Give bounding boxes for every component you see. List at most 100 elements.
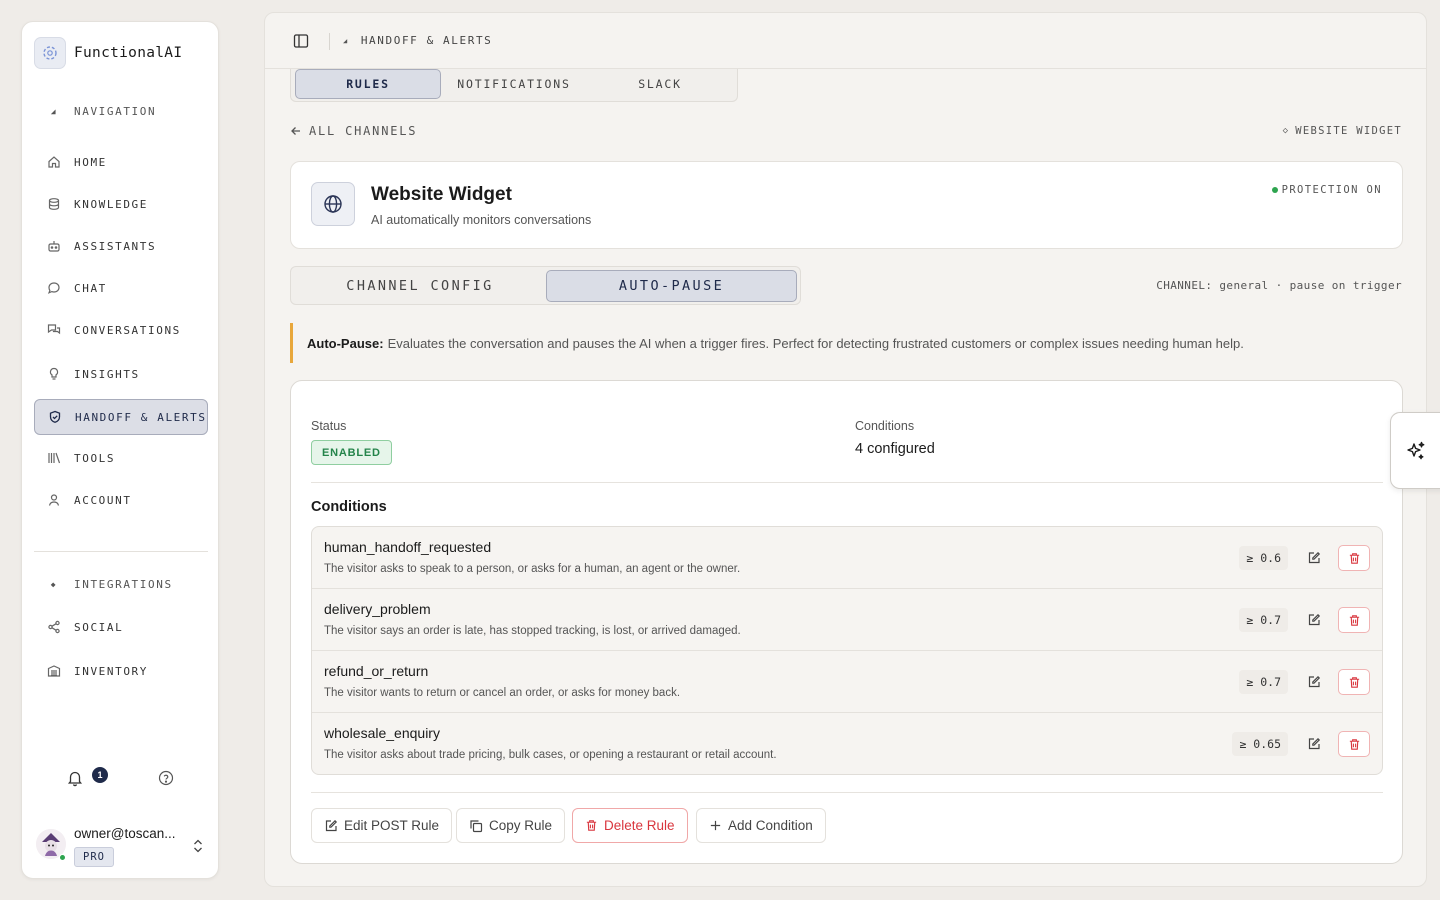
- condition-description: The visitor says an order is late, has s…: [324, 625, 741, 637]
- brand-logo-icon: [34, 37, 66, 69]
- user-menu[interactable]: owner@toscan... PRO: [34, 825, 208, 871]
- edit-icon: [1308, 551, 1321, 564]
- bell-icon: [67, 771, 83, 787]
- tools-icon: [44, 450, 64, 466]
- channel-title: Website Widget: [371, 184, 512, 205]
- channel-meta: CHANNEL: general · pause on trigger: [1156, 279, 1402, 292]
- tab-slack[interactable]: SLACK: [587, 69, 733, 99]
- threshold-badge: ≥ 0.6: [1239, 546, 1288, 570]
- condition-description: The visitor asks about trade pricing, bu…: [324, 749, 777, 761]
- delete-condition-button[interactable]: [1338, 545, 1370, 571]
- section-tabs: RULES NOTIFICATIONS SLACK: [290, 69, 738, 102]
- user-email: owner@toscan...: [74, 826, 176, 841]
- info-title: Auto-Pause:: [307, 335, 384, 351]
- edit-post-rule-button[interactable]: Edit POST Rule: [311, 808, 453, 843]
- sidebar-item-assistants[interactable]: ASSISTANTS: [34, 228, 208, 264]
- sidebar: FunctionalAI ◢ NAVIGATION HOME KNOWLEDGE…: [21, 21, 219, 879]
- notifications-button[interactable]: [66, 769, 86, 789]
- back-to-all-channels-link[interactable]: ALL CHANNELS: [290, 124, 417, 138]
- sidebar-item-label: CONVERSATIONS: [74, 323, 181, 337]
- sidebar-item-home[interactable]: HOME: [34, 144, 208, 180]
- edit-condition-button[interactable]: [1302, 608, 1326, 632]
- integrations-section-label: INTEGRATIONS: [74, 577, 173, 591]
- panel-left-icon: [293, 34, 309, 48]
- delete-rule-label: Delete Rule: [604, 818, 675, 833]
- copy-rule-button[interactable]: Copy Rule: [456, 808, 566, 843]
- edit-post-rule-label: Edit POST Rule: [344, 818, 440, 833]
- sidebar-item-label: TOOLS: [74, 451, 116, 465]
- delete-condition-button[interactable]: [1338, 731, 1370, 757]
- sidebar-item-tools[interactable]: TOOLS: [34, 440, 208, 476]
- sidebar-item-label: CHAT: [74, 281, 107, 295]
- status-label: Status: [311, 419, 347, 433]
- status-dot: [1271, 187, 1278, 193]
- sidebar-item-label: HOME: [74, 155, 107, 169]
- list-item: wholesale_enquiry The visitor asks about…: [312, 713, 1382, 774]
- help-button[interactable]: [158, 770, 176, 788]
- diamond-outline-icon: ◇: [1282, 126, 1290, 136]
- sidebar-item-social[interactable]: SOCIAL: [34, 609, 208, 645]
- navigation-section-toggle[interactable]: ◢ NAVIGATION: [34, 94, 208, 128]
- sidebar-item-label: ACCOUNT: [74, 493, 132, 507]
- tab-channel-config[interactable]: CHANNEL CONFIG: [294, 270, 546, 302]
- channel-tabs: CHANNEL CONFIG AUTO-PAUSE: [290, 266, 801, 305]
- trash-icon: [1349, 552, 1359, 564]
- main-panel: ◢ HANDOFF & ALERTS RULES NOTIFICATIONS S…: [264, 12, 1427, 887]
- sidebar-item-insights[interactable]: INSIGHTS: [34, 356, 208, 392]
- protection-label: PROTECTION ON: [1281, 184, 1382, 196]
- trash-icon: [1349, 614, 1359, 626]
- tab-notifications[interactable]: NOTIFICATIONS: [441, 69, 587, 99]
- conditions-list: human_handoff_requested The visitor asks…: [311, 526, 1383, 775]
- online-status-dot: [59, 854, 66, 861]
- triangle-icon: ◢: [343, 36, 349, 45]
- brand[interactable]: FunctionalAI: [34, 37, 182, 69]
- condition-description: The visitor wants to return or cancel an…: [324, 687, 681, 699]
- database-icon: [44, 196, 64, 212]
- sidebar-item-label: HANDOFF & ALERTS: [75, 410, 207, 424]
- sidebar-item-label: INVENTORY: [74, 664, 149, 678]
- delete-condition-button[interactable]: [1338, 607, 1370, 633]
- sidebar-item-label: INSIGHTS: [74, 367, 140, 381]
- integrations-section-toggle[interactable]: ◆ INTEGRATIONS: [34, 567, 208, 601]
- add-condition-button[interactable]: Add Condition: [696, 808, 826, 843]
- sparkles-icon: [1407, 441, 1425, 459]
- sidebar-item-knowledge[interactable]: KNOWLEDGE: [34, 186, 208, 222]
- globe-icon: [311, 182, 355, 226]
- sidebar-item-account[interactable]: ACCOUNT: [34, 482, 208, 518]
- conversations-icon: [44, 322, 64, 338]
- sidebar-item-label: ASSISTANTS: [74, 239, 157, 253]
- edit-condition-button[interactable]: [1302, 670, 1326, 694]
- edit-condition-button[interactable]: [1302, 732, 1326, 756]
- channel-tag-label: WEBSITE WIDGET: [1295, 125, 1402, 137]
- sidebar-item-inventory[interactable]: INVENTORY: [34, 653, 208, 689]
- sidebar-item-chat[interactable]: CHAT: [34, 270, 208, 306]
- lightbulb-icon: [44, 366, 64, 382]
- top-bar: ◢ HANDOFF & ALERTS: [265, 13, 1426, 69]
- conditions-count-label: Conditions: [855, 419, 915, 433]
- sidebar-divider: [34, 551, 208, 552]
- sidebar-toggle-button[interactable]: [293, 33, 309, 49]
- edit-condition-button[interactable]: [1302, 546, 1326, 570]
- edit-icon: [1308, 675, 1321, 688]
- trash-icon: [1349, 738, 1359, 750]
- tab-rules[interactable]: RULES: [295, 69, 441, 99]
- sidebar-item-handoff-alerts[interactable]: HANDOFF & ALERTS: [34, 399, 208, 435]
- tab-auto-pause[interactable]: AUTO-PAUSE: [546, 270, 797, 302]
- delete-condition-button[interactable]: [1338, 669, 1370, 695]
- home-icon: [44, 154, 64, 170]
- notification-count-badge: 1: [92, 767, 108, 783]
- brand-name: FunctionalAI: [74, 45, 183, 61]
- delete-rule-button[interactable]: Delete Rule: [572, 808, 688, 843]
- actions-divider: [311, 792, 1383, 793]
- shield-icon: [45, 409, 65, 425]
- condition-name: refund_or_return: [324, 663, 429, 679]
- ai-assistant-button[interactable]: [1390, 412, 1440, 489]
- sidebar-item-conversations[interactable]: CONVERSATIONS: [34, 312, 208, 348]
- share-icon: [44, 619, 64, 635]
- inventory-icon: [44, 663, 64, 679]
- condition-name: delivery_problem: [324, 601, 431, 617]
- edit-icon: [325, 819, 338, 831]
- sidebar-item-label: KNOWLEDGE: [74, 197, 149, 211]
- channel-subtitle: AI automatically monitors conversations: [371, 213, 592, 227]
- chevron-up-down-icon: [194, 839, 202, 853]
